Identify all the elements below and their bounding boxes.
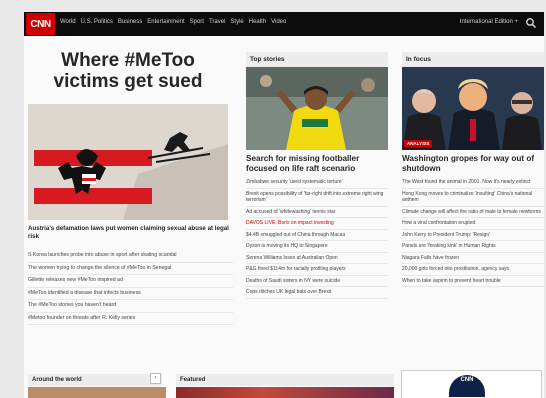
list-item[interactable]: Panels are 'freaking kink' in Human Righ… [402,241,544,253]
nav-link-health[interactable]: Health [249,19,266,25]
list-item[interactable]: #Metoo founder on threats after R. Kelly… [28,313,233,325]
list-item[interactable]: Niagara Falls have frozen [402,253,544,264]
around-the-world-header: Around the world [28,374,162,386]
footballer-photo[interactable] [246,67,388,150]
list-item[interactable]: Ad accused of 'whitewashing' tennis star [246,207,388,218]
nav-link-us-politics[interactable]: U.S. Politics [81,19,113,25]
list-item[interactable]: Gillette releases new #MeToo inspired ad [28,275,233,288]
in-focus-headline[interactable]: Washington gropes for way out of shutdow… [402,154,544,173]
top-stories-header: Top stories [246,52,388,67]
list-item[interactable]: Climate change will affect the ratio of … [402,207,544,218]
list-item[interactable]: $4.4B smuggled out of China through Maca… [246,230,388,241]
top-stories-column: Top stories Search for missing footballe… [246,52,388,299]
top-story-headline[interactable]: Search for missing footballer focused on… [246,154,388,173]
in-focus-list: The West found the animal in 2001. Now i… [402,177,544,287]
list-item[interactable]: The West found the animal in 2001. Now i… [402,177,544,189]
list-item[interactable]: Brexit opens possibility of 'far-right d… [246,189,388,207]
hero-image[interactable] [28,104,228,220]
nav-link-style[interactable]: Style [230,19,243,25]
footballer-image [246,67,388,150]
list-item[interactable]: John Kerry to President Trump: 'Resign' [402,230,544,241]
nav-link-world[interactable]: World [60,19,76,25]
related-stories-list: S Korea launches probe into abuse in spo… [28,250,233,325]
bottom-section: Around the world › Featured CNN [28,370,542,398]
list-item[interactable]: P&G fined $114m for racially profiling p… [246,264,388,276]
page-content: Where #MeToo victims get sued Austria's … [24,36,544,398]
in-focus-column: In focus ANALYSIS Washington gropes for … [402,52,544,287]
search-icon[interactable] [525,17,537,29]
list-item[interactable]: S Korea launches probe into abuse in spo… [28,250,233,263]
top-navigation-bar: CNN World U.S. Politics Business Enterta… [24,12,544,36]
list-item[interactable]: When to take aspirin to prevent heart tr… [402,276,544,287]
top-stories-list: Zimbabwe security 'used systematic tortu… [246,177,388,299]
list-item[interactable]: Dyson is moving its HQ to Singapore [246,241,388,253]
politicians-image [402,67,544,150]
nav-link-entertainment[interactable]: Entertainment [147,19,184,25]
nav-links: World U.S. Politics Business Entertainme… [60,19,286,25]
nav-link-sport[interactable]: Sport [190,19,204,25]
list-item[interactable]: Deaths of Saudi sisters in NY were suici… [246,276,388,287]
edition-selector[interactable]: International Edition + [460,19,518,25]
list-item[interactable]: #MeToo identified a disease that infects… [28,288,233,300]
cnn-logo[interactable]: CNN [26,13,55,35]
featured-header: Featured [176,374,394,386]
skier-illustration [28,104,228,220]
nav-link-business[interactable]: Business [118,19,142,25]
featured-column: Where #MeToo victims get sued Austria's … [28,36,233,325]
advertisement[interactable]: CNN [401,370,542,398]
list-item[interactable]: Zimbabwe security 'used systematic tortu… [246,177,388,189]
list-item[interactable]: 20,000 girls forced into prostitution, a… [402,264,544,276]
in-focus-header: In focus [402,52,544,67]
list-item[interactable]: Cops ditches UK legal bats over Brexit [246,287,388,299]
featured-image[interactable] [176,387,394,398]
list-item[interactable]: How a viral confrontation erupted [402,218,544,230]
nav-link-video[interactable]: Video [271,19,286,25]
list-item[interactable]: Hong Kong moves to criminalize 'insultin… [402,189,544,207]
list-item[interactable]: Serena Williams loses at Australian Open [246,253,388,264]
list-item[interactable]: The women trying to change the silence o… [28,263,233,275]
list-item[interactable]: The #MeToo stories you haven't heard [28,300,233,313]
analysis-badge: ANALYSIS [404,140,433,147]
nav-link-travel[interactable]: Travel [209,19,225,25]
lead-story-link[interactable]: Austria's defamation laws put women clai… [28,225,233,241]
politicians-photo[interactable]: ANALYSIS [402,67,544,150]
live-list-item[interactable]: DAVOS LIVE: Boris on impact investing [246,218,388,230]
around-the-world-image[interactable] [28,387,166,398]
chevron-right-icon[interactable]: › [150,373,161,384]
cnn-ad-logo: CNN [449,375,485,397]
main-headline[interactable]: Where #MeToo victims get sued [28,50,228,92]
